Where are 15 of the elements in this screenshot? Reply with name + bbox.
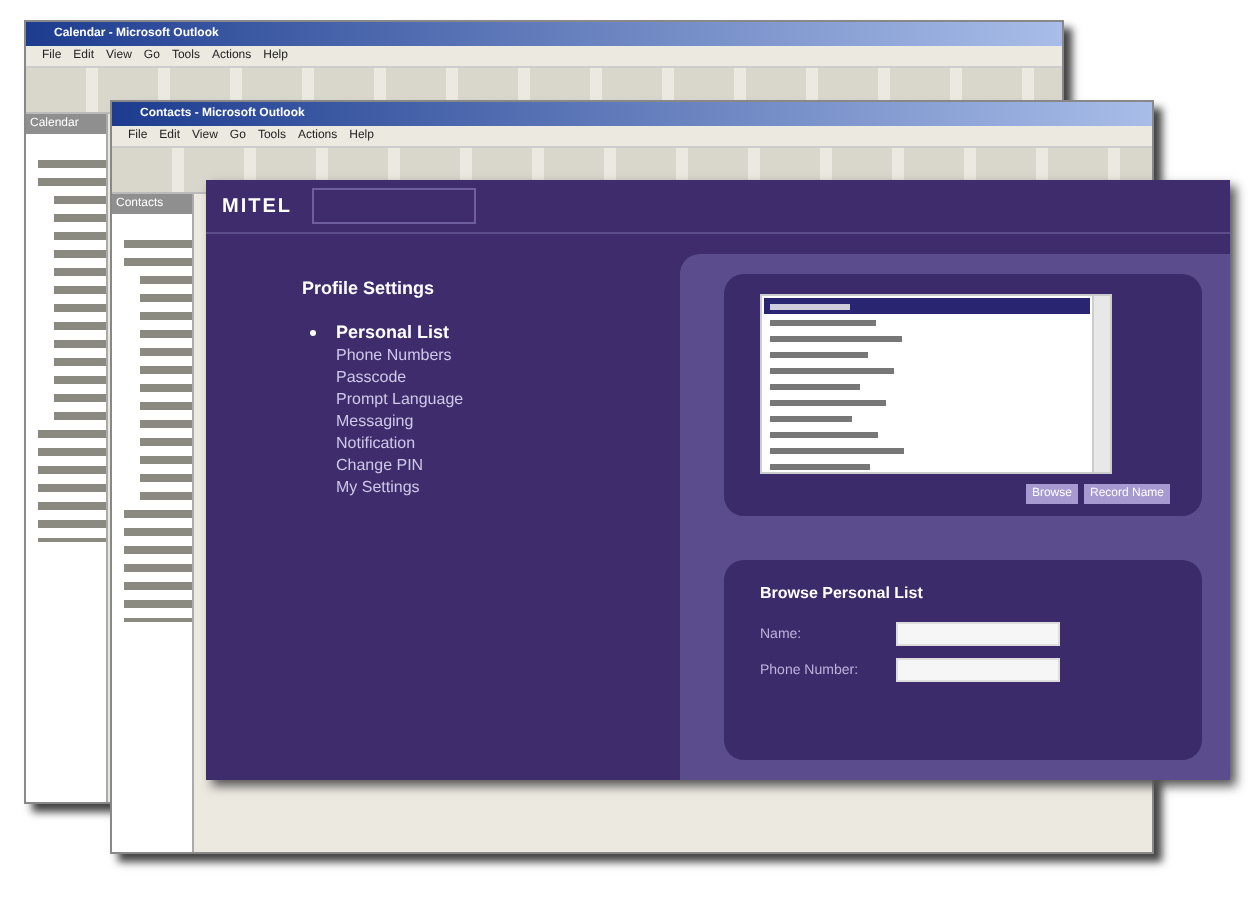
input-field[interactable] bbox=[896, 658, 1060, 682]
nav-link[interactable]: Messaging bbox=[302, 410, 680, 432]
nav-link[interactable]: Prompt Language bbox=[302, 388, 680, 410]
section-title: Browse Personal List bbox=[760, 584, 925, 602]
scrollbar[interactable] bbox=[1092, 296, 1110, 472]
nav-link[interactable]: My Settings bbox=[302, 476, 680, 498]
nav-link[interactable]: Personal List bbox=[302, 322, 680, 344]
input-field[interactable] bbox=[896, 622, 1060, 646]
nav-link[interactable]: Change PIN bbox=[302, 454, 680, 476]
nav-link[interactable]: Notification bbox=[302, 432, 680, 454]
section-title: Profile Settings bbox=[302, 278, 437, 298]
nav-link[interactable]: Phone Numbers bbox=[302, 344, 680, 366]
nav-link[interactable]: Passcode bbox=[302, 366, 680, 388]
logo-text: MITEL bbox=[222, 195, 292, 217]
list-box[interactable] bbox=[760, 294, 1112, 474]
